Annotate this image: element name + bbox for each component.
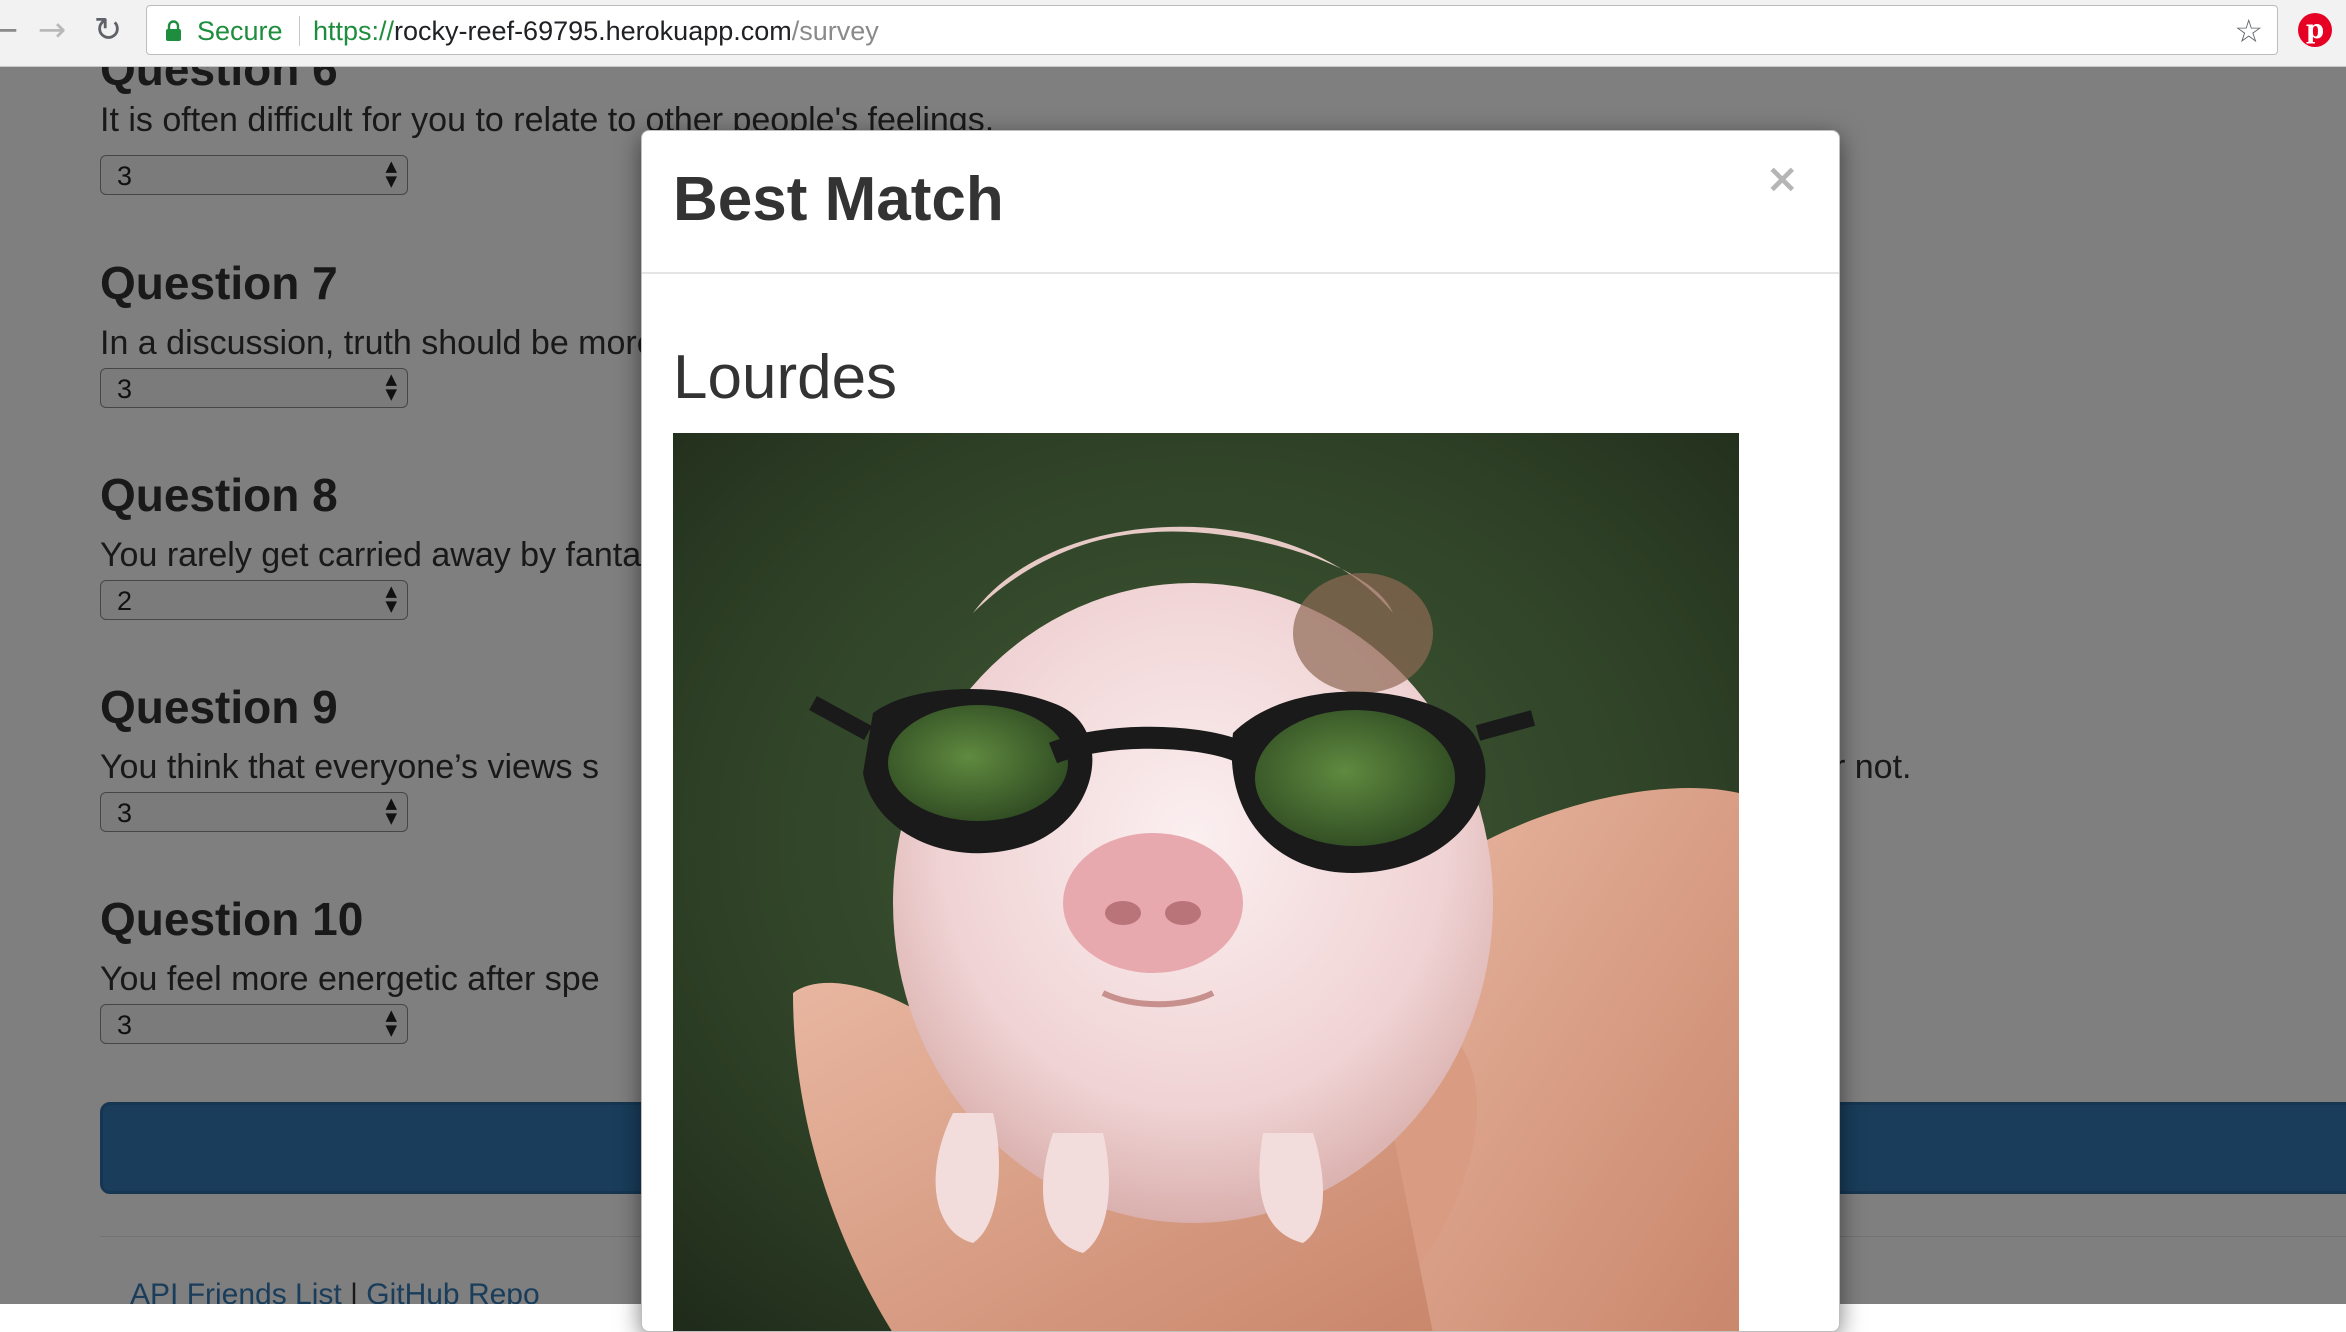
lock-icon — [166, 20, 181, 41]
back-arrow-icon[interactable]: ← — [0, 8, 26, 52]
pinterest-extension-icon[interactable]: p — [2298, 13, 2332, 47]
close-icon[interactable]: × — [1765, 159, 1799, 199]
reload-icon[interactable]: ↻ — [86, 8, 130, 52]
modal-title: Best Match — [673, 165, 1004, 234]
secure-label: Secure — [197, 16, 283, 46]
pig-with-sunglasses-image — [673, 433, 1739, 1331]
url-host: rocky-reef-69795.herokuapp.com — [394, 16, 792, 46]
url-text[interactable]: https://rocky-reef-69795.herokuapp.com/s… — [313, 16, 879, 47]
url-path: /survey — [791, 16, 879, 46]
best-match-modal: Best Match × Lourdes — [641, 130, 1840, 1332]
match-photo — [673, 433, 1739, 1331]
match-name: Lourdes — [673, 343, 898, 412]
address-bar[interactable]: Secure https://rocky-reef-69795.herokuap… — [146, 5, 2278, 55]
url-scheme: https:// — [313, 16, 395, 46]
bookmark-star-icon[interactable]: ☆ — [2234, 12, 2263, 50]
browser-toolbar: ← → ↻ Secure https://rocky-reef-69795.he… — [0, 0, 2346, 67]
address-divider — [299, 16, 300, 46]
forward-arrow-icon[interactable]: → — [30, 8, 74, 52]
modal-header: Best Match × — [642, 131, 1839, 274]
